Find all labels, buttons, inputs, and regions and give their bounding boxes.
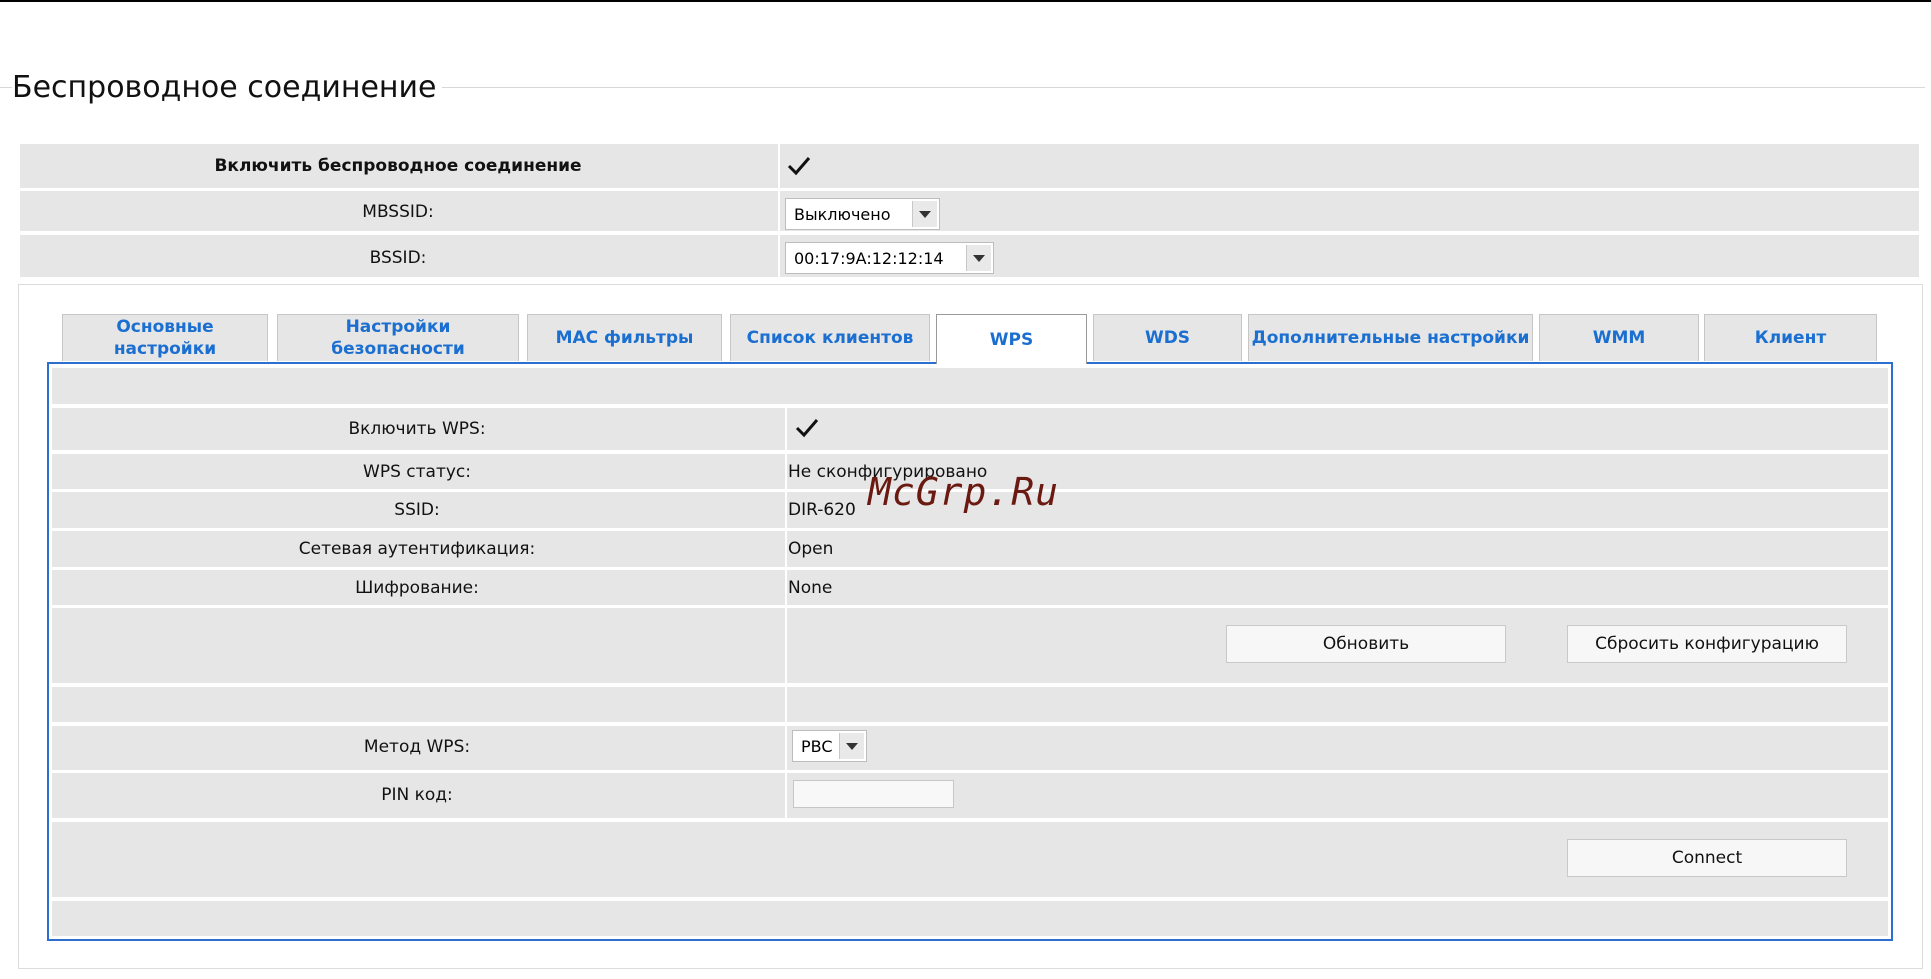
enable-wps-label: Включить WPS: <box>348 419 486 439</box>
ssid-value: DIR-620 <box>788 500 856 520</box>
row-wps-method <box>52 726 1888 770</box>
row-mbssid <box>20 191 1919 231</box>
wps-header-row <box>52 368 1888 404</box>
auth-value: Open <box>788 539 834 559</box>
tab-advanced-settings[interactable]: Дополнительные настройки <box>1248 314 1533 361</box>
tab-client-list[interactable]: Список клиентов <box>730 314 930 361</box>
enable-wireless-checkbox[interactable] <box>786 154 812 178</box>
bssid-select[interactable]: 00:17:9A:12:12:14 <box>785 242 994 274</box>
top-border-line <box>0 0 1931 2</box>
row-enable-wps <box>52 408 1888 450</box>
pin-label: PIN код: <box>381 785 453 805</box>
tab-basic-settings[interactable]: Основные настройки <box>62 314 268 361</box>
auth-label: Сетевая аутентификация: <box>298 539 536 559</box>
connect-button[interactable]: Connect <box>1567 839 1847 877</box>
bssid-label: BSSID: <box>369 248 427 268</box>
tab-client[interactable]: Клиент <box>1704 314 1877 361</box>
tab-security-settings[interactable]: Настройки безопасности <box>277 314 519 361</box>
row-footer <box>52 901 1888 936</box>
mbssid-label: MBSSID: <box>362 202 434 222</box>
row-pin <box>52 773 1888 818</box>
row-separator <box>52 687 1888 722</box>
enable-wireless-label: Включить беспроводное соединение <box>214 156 582 176</box>
wps-status-label: WPS статус: <box>363 462 471 482</box>
tab-wmm[interactable]: WMM <box>1539 314 1699 361</box>
tab-wps[interactable]: WPS <box>936 314 1087 364</box>
page-title: Беспроводное соединение <box>12 70 443 105</box>
ssid-label: SSID: <box>394 500 440 520</box>
encryption-label: Шифрование: <box>355 578 479 598</box>
tab-mac-filters[interactable]: MAC фильтры <box>527 314 722 361</box>
wps-method-value: PBC <box>801 736 833 756</box>
tab-wds[interactable]: WDS <box>1093 314 1242 361</box>
watermark: McGrp.Ru <box>868 470 1060 514</box>
pin-input[interactable] <box>793 780 954 808</box>
checkmark-icon <box>795 419 819 438</box>
row-encryption <box>52 570 1888 605</box>
panel-column-divider <box>785 408 787 818</box>
mbssid-select-value: Выключено <box>794 204 891 224</box>
reset-config-button[interactable]: Сбросить конфигурацию <box>1567 625 1847 663</box>
enable-wps-checkbox[interactable] <box>794 416 820 440</box>
checkmark-icon <box>787 157 811 176</box>
chevron-down-icon <box>912 201 937 227</box>
refresh-button[interactable]: Обновить <box>1226 625 1506 663</box>
chevron-down-icon <box>839 733 864 759</box>
wps-method-select[interactable]: PBC <box>792 730 867 762</box>
encryption-value: None <box>788 578 833 598</box>
chevron-down-icon <box>966 245 991 271</box>
mbssid-select[interactable]: Выключено <box>785 198 940 230</box>
column-divider <box>778 144 780 277</box>
wps-method-label: Метод WPS: <box>363 737 471 757</box>
bssid-select-value: 00:17:9A:12:12:14 <box>794 248 944 268</box>
